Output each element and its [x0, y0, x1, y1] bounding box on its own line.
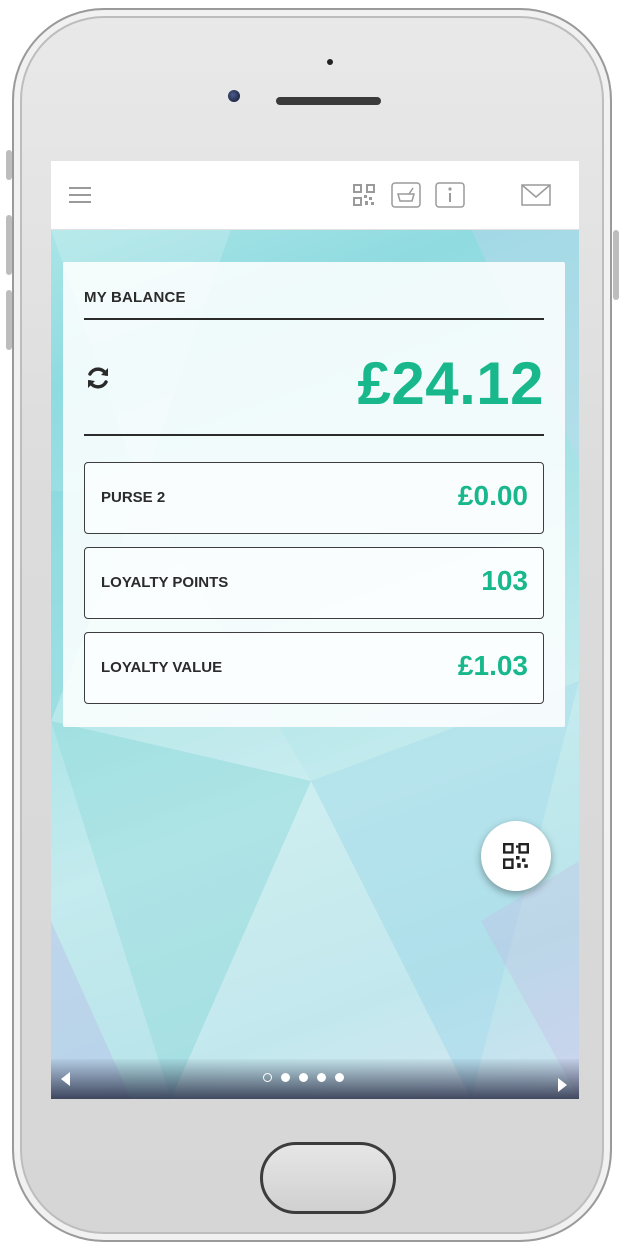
loyalty-value-row: LOYALTY VALUE £1.03 [84, 632, 544, 704]
divider [84, 318, 544, 320]
home-button[interactable] [260, 1142, 396, 1214]
proximity-sensor [327, 59, 333, 65]
loyalty-points-row: LOYALTY POINTS 103 [84, 547, 544, 619]
page-dot[interactable] [335, 1073, 344, 1082]
volume-down-button [6, 290, 12, 350]
previous-arrow-icon[interactable] [61, 1072, 70, 1086]
app-toolbar [51, 161, 579, 230]
row-value: £1.03 [457, 650, 528, 681]
page-dot[interactable] [317, 1073, 326, 1082]
menu-icon[interactable] [69, 187, 91, 203]
balance-title: MY BALANCE [84, 289, 186, 306]
page-dot[interactable] [263, 1073, 272, 1082]
info-icon[interactable] [435, 181, 465, 209]
qr-code-icon[interactable] [349, 181, 379, 209]
row-value: £0.00 [457, 480, 528, 511]
row-value: 103 [481, 565, 528, 596]
balance-amount: £24.12 [357, 350, 544, 417]
basket-icon[interactable] [391, 181, 421, 209]
page-indicator[interactable] [263, 1073, 344, 1082]
earpiece-speaker [276, 97, 381, 105]
purse-2-row: PURSE 2 £0.00 [84, 462, 544, 534]
next-arrow-icon[interactable] [558, 1078, 567, 1092]
scan-qr-button[interactable] [481, 821, 551, 891]
balance-card: MY BALANCE £24.12 PURSE 2 £0.00 LOYALTY … [63, 262, 565, 727]
front-camera [228, 90, 240, 102]
row-label: LOYALTY POINTS [101, 574, 229, 591]
row-label: PURSE 2 [101, 489, 166, 506]
volume-up-button [6, 215, 12, 275]
power-button [613, 230, 619, 300]
app-screen: MY BALANCE £24.12 PURSE 2 £0.00 LOYALTY … [51, 161, 579, 1099]
page-dot[interactable] [299, 1073, 308, 1082]
refresh-icon[interactable] [85, 365, 111, 391]
qr-code-icon [503, 843, 529, 869]
mail-icon[interactable] [521, 181, 551, 209]
page-dot[interactable] [281, 1073, 290, 1082]
divider [84, 434, 544, 436]
row-label: LOYALTY VALUE [101, 659, 223, 676]
side-button [6, 150, 12, 180]
